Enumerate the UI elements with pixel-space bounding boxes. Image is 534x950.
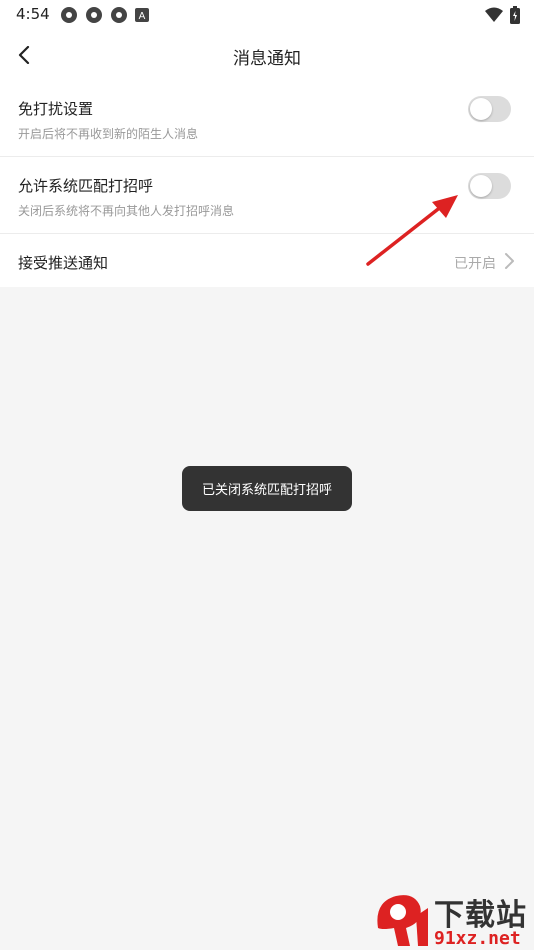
status-notification-icons: A	[60, 6, 149, 24]
aperture-icon	[86, 7, 102, 23]
watermark-text-bottom: 91xz.net	[434, 928, 521, 949]
91-logo-icon	[377, 895, 428, 946]
toast-message: 已关闭系统匹配打招呼	[182, 466, 352, 511]
aperture-icon	[61, 7, 77, 23]
setting-allow-match-greeting: 允许系统匹配打招呼 关闭后系统将不再向其他人发打招呼消息	[0, 157, 534, 234]
toggle-knob	[470, 175, 492, 197]
settings-list: 免打扰设置 开启后将不再收到新的陌生人消息 允许系统匹配打招呼 关闭后系统将不再…	[0, 80, 534, 287]
setting-title: 接受推送通知	[18, 254, 109, 272]
do-not-disturb-toggle[interactable]	[468, 96, 511, 122]
setting-push-notifications[interactable]: 接受推送通知 已开启	[0, 234, 534, 287]
aperture-icon	[111, 7, 127, 23]
status-system-icons	[485, 6, 520, 24]
setting-subtitle: 开启后将不再收到新的陌生人消息	[18, 127, 199, 141]
watermark: 下载站 91xz.net	[370, 888, 534, 950]
toggle-knob	[470, 98, 492, 120]
a-box-icon: A	[135, 8, 149, 22]
chevron-right-icon	[505, 253, 514, 269]
app-header: 消息通知	[0, 30, 534, 80]
battery-charging-icon	[510, 6, 520, 24]
allow-match-greeting-toggle[interactable]	[468, 173, 511, 199]
setting-value: 已开启	[454, 256, 496, 272]
status-time: 4:54	[16, 5, 50, 23]
setting-title: 免打扰设置	[18, 100, 94, 118]
svg-text:A: A	[139, 11, 146, 22]
page-title: 消息通知	[233, 49, 301, 69]
setting-subtitle: 关闭后系统将不再向其他人发打招呼消息	[18, 204, 235, 218]
status-bar: 4:54 A	[0, 0, 534, 30]
setting-title: 允许系统匹配打招呼	[18, 177, 154, 195]
setting-do-not-disturb: 免打扰设置 开启后将不再收到新的陌生人消息	[0, 80, 534, 157]
wifi-icon	[485, 7, 503, 22]
